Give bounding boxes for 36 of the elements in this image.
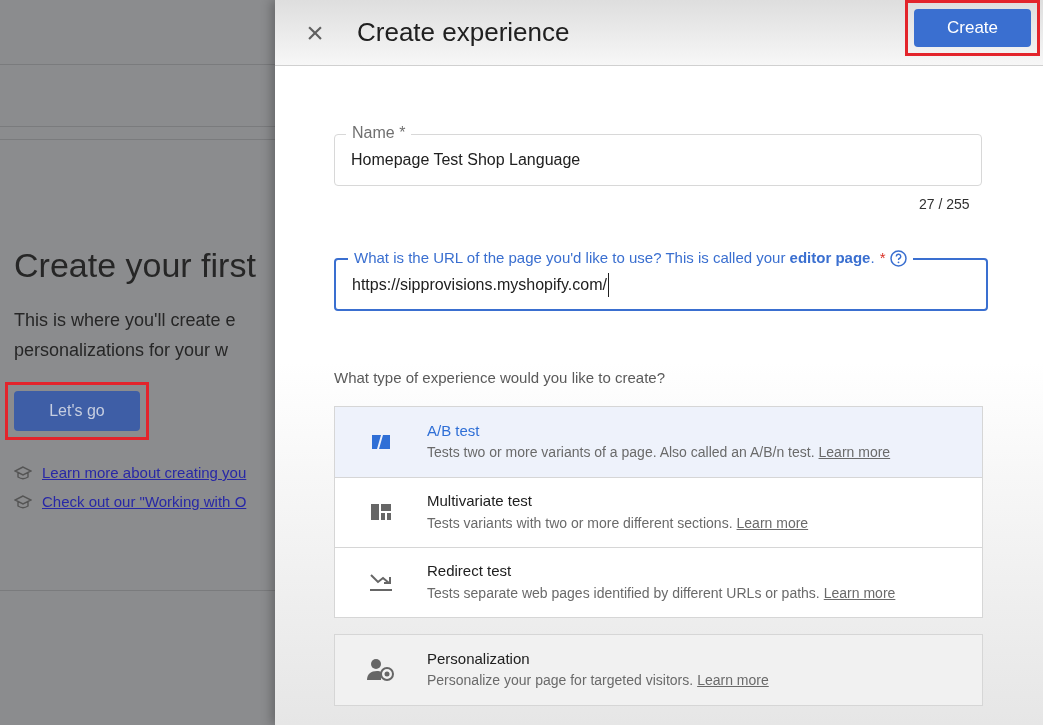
option-title: Multivariate test — [427, 491, 534, 512]
experience-option[interactable]: Redirect test Tests separate web pages identified by different URLs or paths. Learn more — [335, 546, 982, 617]
help-link[interactable]: Check out our "Working with O — [42, 490, 247, 513]
learn-more-link[interactable]: Learn more — [697, 670, 769, 692]
url-label: What is the URL of the page you'd like to use? This is called your editor page. — [354, 247, 875, 268]
panel-title: Create experience — [357, 16, 570, 49]
person-target-icon — [367, 657, 395, 682]
name-value: Homepage Test Shop Language — [351, 150, 581, 170]
page-description: personalizations for your w — [14, 339, 230, 362]
graduation-cap-icon — [14, 494, 32, 509]
url-value: https://sipprovisions.myshopify.com/ — [352, 272, 609, 297]
learn-more-link[interactable]: Learn more — [818, 442, 891, 464]
help-link[interactable]: Learn more about creating you — [42, 462, 247, 485]
experience-option[interactable]: Multivariate test Tests variants with two or more different sections. Learn more — [335, 476, 982, 547]
option-title: Personalization — [427, 648, 531, 669]
page-heading: Create your first — [14, 245, 257, 286]
option-description: Tests separate web pages identified by different URLs or paths. — [427, 583, 820, 603]
dashboard-icon — [371, 504, 391, 520]
option-title: A/B test — [427, 420, 481, 441]
character-counter: 27 / 255 — [919, 195, 970, 214]
experience-option[interactable]: Personalization Personalize your page for targeted visitors. Learn more — [335, 634, 982, 705]
option-description: Tests two or more variants of a page. Also called an A/B/n test. — [427, 443, 815, 463]
type-question: What type of experience would you like to create? — [334, 368, 667, 388]
close-button[interactable]: × — [303, 17, 327, 48]
required-mark: * — [879, 247, 886, 268]
learn-more-link[interactable]: Learn more — [736, 512, 809, 534]
help-icon[interactable] — [890, 249, 908, 267]
experience-option[interactable]: A/B test Tests two or more variants of a page. Also called an A/B/n test. Learn more — [335, 406, 982, 477]
option-description: Tests variants with two or more different sections. — [427, 513, 733, 533]
create-button[interactable]: Create — [914, 9, 1031, 47]
lets-go-button[interactable]: Let's go — [14, 391, 140, 431]
learn-more-link[interactable]: Learn more — [823, 582, 896, 604]
option-description: Personalize your page for targeted visitors. — [427, 671, 694, 691]
page-description: This is where you'll create e — [14, 309, 237, 332]
option-title: Redirect test — [427, 561, 513, 582]
graduation-cap-icon — [14, 466, 32, 481]
